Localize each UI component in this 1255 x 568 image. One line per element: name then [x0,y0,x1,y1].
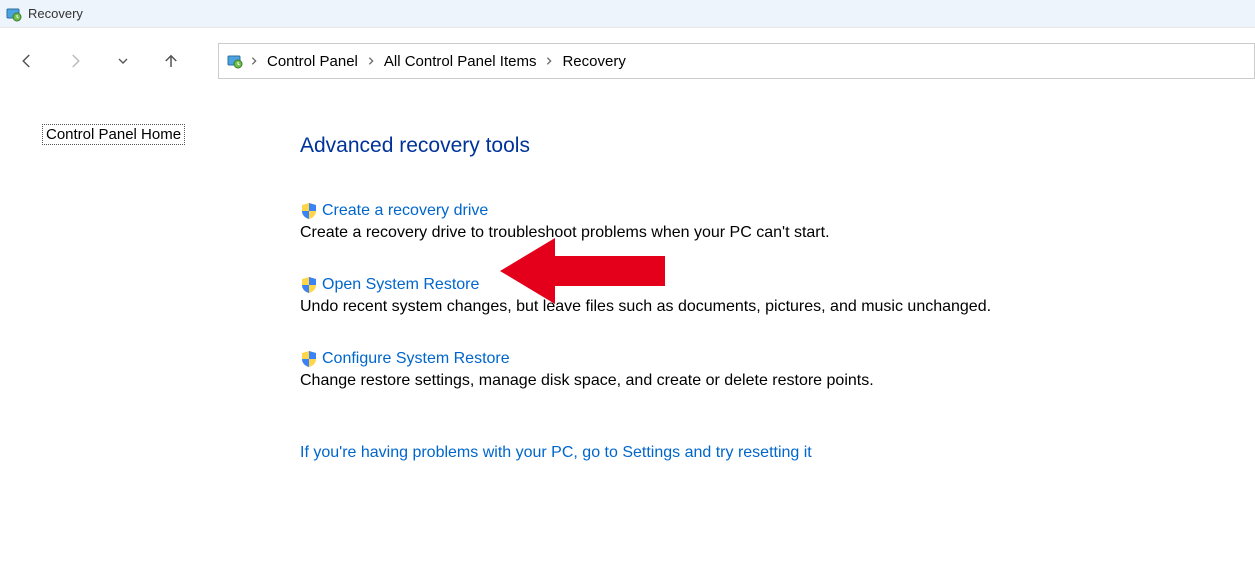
option-open-system-restore: Open System Restore Undo recent system c… [300,276,1225,316]
breadcrumb-recovery[interactable]: Recovery [560,53,627,70]
open-system-restore-desc: Undo recent system changes, but leave fi… [300,298,1225,316]
address-bar[interactable]: Control Panel All Control Panel Items Re… [218,43,1255,79]
back-button[interactable] [18,52,36,70]
page-heading: Advanced recovery tools [300,134,1225,158]
sidebar: Control Panel Home [0,124,300,462]
chevron-right-icon[interactable] [249,56,259,66]
create-recovery-drive-link[interactable]: Create a recovery drive [322,202,488,220]
breadcrumb-all-items[interactable]: All Control Panel Items [382,53,539,70]
up-button[interactable] [162,52,180,70]
chevron-right-icon[interactable] [366,56,376,66]
shield-icon [300,202,318,220]
configure-system-restore-desc: Change restore settings, manage disk spa… [300,372,1225,390]
shield-icon [300,350,318,368]
content-area: Control Panel Home Advanced recovery too… [0,94,1255,462]
recovery-icon [6,6,22,22]
recent-dropdown[interactable] [114,52,132,70]
chevron-right-icon[interactable] [544,56,554,66]
shield-icon [300,276,318,294]
main-panel: Advanced recovery tools Create a recover… [300,124,1255,462]
option-configure-system-restore: Configure System Restore Change restore … [300,350,1225,390]
recovery-icon [227,53,243,69]
nav-buttons [18,52,180,70]
control-panel-home-link[interactable]: Control Panel Home [42,124,185,145]
create-recovery-drive-desc: Create a recovery drive to troubleshoot … [300,224,1225,242]
window-title: Recovery [28,6,83,21]
reset-pc-link[interactable]: If you're having problems with your PC, … [300,444,812,462]
nav-row: Control Panel All Control Panel Items Re… [0,28,1255,94]
open-system-restore-link[interactable]: Open System Restore [322,276,479,294]
breadcrumb-control-panel[interactable]: Control Panel [265,53,360,70]
option-create-recovery-drive: Create a recovery drive Create a recover… [300,202,1225,242]
title-bar: Recovery [0,0,1255,28]
configure-system-restore-link[interactable]: Configure System Restore [322,350,510,368]
forward-button[interactable] [66,52,84,70]
